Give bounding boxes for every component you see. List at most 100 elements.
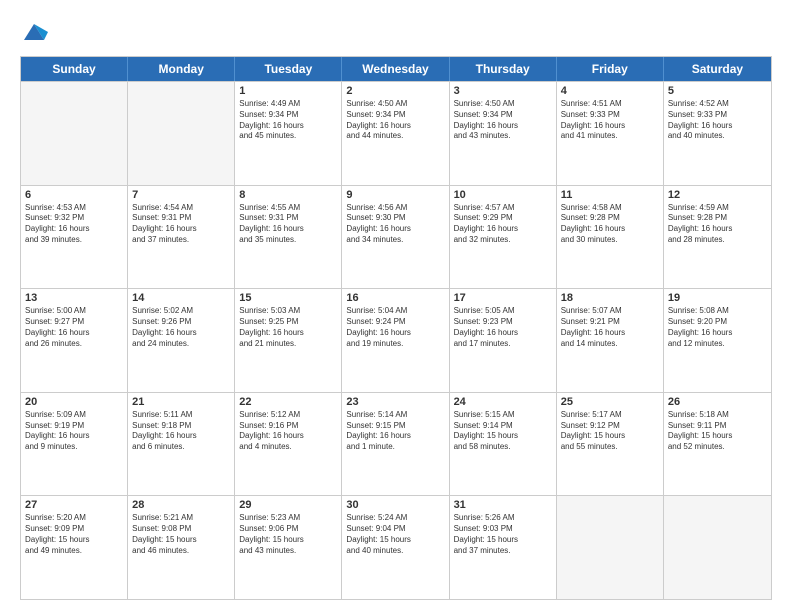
- sunset-line: Sunset: 9:29 PM: [454, 213, 552, 224]
- sunset-line: Sunset: 9:08 PM: [132, 524, 230, 535]
- sunrise-line: Sunrise: 4:54 AM: [132, 203, 230, 214]
- sunrise-line: Sunrise: 5:20 AM: [25, 513, 123, 524]
- sunrise-line: Sunrise: 4:51 AM: [561, 99, 659, 110]
- sunrise-line: Sunrise: 5:03 AM: [239, 306, 337, 317]
- day-number: 12: [668, 189, 767, 201]
- sunrise-line: Sunrise: 5:26 AM: [454, 513, 552, 524]
- sunset-line: Sunset: 9:19 PM: [25, 421, 123, 432]
- sunrise-line: Sunrise: 5:14 AM: [346, 410, 444, 421]
- sunrise-line: Sunrise: 4:57 AM: [454, 203, 552, 214]
- daylight-line: Daylight: 16 hours: [25, 328, 123, 339]
- day-cell-19: 19Sunrise: 5:08 AMSunset: 9:20 PMDayligh…: [664, 289, 771, 392]
- daylight-line: Daylight: 16 hours: [132, 224, 230, 235]
- day-cell-27: 27 Sunrise: 5:20 AMSunset: 9:09 PMDayligh…: [21, 496, 128, 599]
- day-number: 10: [454, 189, 552, 201]
- minutes-line: and 58 minutes.: [454, 442, 552, 453]
- day-cell-3: 3Sunrise: 4:50 AMSunset: 9:34 PMDaylight…: [450, 82, 557, 185]
- sunrise-line: Sunrise: 4:56 AM: [346, 203, 444, 214]
- sunrise-line: Sunrise: 5:09 AM: [25, 410, 123, 421]
- minutes-line: and 26 minutes.: [25, 339, 123, 350]
- minutes-line: and 40 minutes.: [668, 131, 767, 142]
- daylight-line: Daylight: 16 hours: [561, 121, 659, 132]
- sunset-line: Sunset: 9:16 PM: [239, 421, 337, 432]
- calendar-row-2: 6Sunrise: 4:53 AMSunset: 9:32 PMDaylight…: [21, 185, 771, 289]
- calendar-row-5: 27Sunrise: 5:20 AMSunset: 9:09 PMDayligh…: [21, 495, 771, 599]
- sunset-line: Sunset: 9:34 PM: [239, 110, 337, 121]
- calendar-row-1: 1Sunrise: 4:49 AMSunset: 9:34 PMDaylight…: [21, 81, 771, 185]
- day-number: 30: [346, 499, 444, 511]
- daylight-line: Daylight: 16 hours: [668, 121, 767, 132]
- sunrise-line: Sunrise: 4:55 AM: [239, 203, 337, 214]
- empty-cell: [664, 496, 771, 599]
- sunrise-line: Sunrise: 4:49 AM: [239, 99, 337, 110]
- day-number: 6: [25, 189, 123, 201]
- day-number: 20: [25, 396, 123, 408]
- minutes-line: and 24 minutes.: [132, 339, 230, 350]
- empty-cell: [21, 82, 128, 185]
- empty-cell: [557, 496, 664, 599]
- daylight-line: Daylight: 15 hours: [454, 535, 552, 546]
- header-cell-thursday: Thursday: [450, 57, 557, 81]
- calendar-row-3: 13Sunrise: 5:00 AMSunset: 9:27 PMDayligh…: [21, 288, 771, 392]
- sunset-line: Sunset: 9:33 PM: [668, 110, 767, 121]
- daylight-line: Daylight: 16 hours: [668, 328, 767, 339]
- day-cell-16: 16Sunrise: 5:04 AMSunset: 9:24 PMDayligh…: [342, 289, 449, 392]
- day-cell-30: 30Sunrise: 5:24 AMSunset: 9:04 PMDayligh…: [342, 496, 449, 599]
- minutes-line: and 19 minutes.: [346, 339, 444, 350]
- minutes-line: and 43 minutes.: [239, 546, 337, 557]
- daylight-line: Daylight: 15 hours: [239, 535, 337, 546]
- sunset-line: Sunset: 9:34 PM: [454, 110, 552, 121]
- sunrise-line: Sunrise: 5:04 AM: [346, 306, 444, 317]
- day-number: 25: [561, 396, 659, 408]
- sunset-line: Sunset: 9:32 PM: [25, 213, 123, 224]
- empty-cell: [128, 82, 235, 185]
- day-number: 17: [454, 292, 552, 304]
- header: [20, 18, 772, 46]
- minutes-line: and 44 minutes.: [346, 131, 444, 142]
- day-number: 7: [132, 189, 230, 201]
- header-cell-wednesday: Wednesday: [342, 57, 449, 81]
- header-cell-saturday: Saturday: [664, 57, 771, 81]
- minutes-line: and 43 minutes.: [454, 131, 552, 142]
- minutes-line: and 4 minutes.: [239, 442, 337, 453]
- day-cell-29: 29Sunrise: 5:23 AMSunset: 9:06 PMDayligh…: [235, 496, 342, 599]
- minutes-line: and 32 minutes.: [454, 235, 552, 246]
- sunset-line: Sunset: 9:34 PM: [346, 110, 444, 121]
- daylight-line: Daylight: 15 hours: [668, 431, 767, 442]
- day-number: 19: [668, 292, 767, 304]
- calendar-row-4: 20 Sunrise: 5:09 AMSunset: 9:19 PM Dayligh…: [21, 392, 771, 496]
- day-cell-26: 26Sunrise: 5:18 AMSunset: 9:11 PMDayligh…: [664, 393, 771, 496]
- sunset-line: Sunset: 9:26 PM: [132, 317, 230, 328]
- sunrise-line: Sunrise: 5:00 AM: [25, 306, 123, 317]
- page: SundayMondayTuesdayWednesdayThursdayFrid…: [0, 0, 792, 612]
- sunset-line: Sunset: 9:03 PM: [454, 524, 552, 535]
- daylight-line: Daylight: 15 hours: [454, 431, 552, 442]
- day-number: 14: [132, 292, 230, 304]
- day-cell-14: 14Sunrise: 5:02 AMSunset: 9:26 PMDayligh…: [128, 289, 235, 392]
- day-number: 27: [25, 499, 123, 511]
- minutes-line: and 39 minutes.: [25, 235, 123, 246]
- sunrise-line: Sunrise: 5:15 AM: [454, 410, 552, 421]
- minutes-line: and 30 minutes.: [561, 235, 659, 246]
- minutes-line: and 34 minutes.: [346, 235, 444, 246]
- sunrise-line: Sunrise: 5:24 AM: [346, 513, 444, 524]
- daylight-line: Daylight: 16 hours: [346, 328, 444, 339]
- day-cell-17: 17Sunrise: 5:05 AMSunset: 9:23 PMDayligh…: [450, 289, 557, 392]
- day-cell-24: 24Sunrise: 5:15 AMSunset: 9:14 PMDayligh…: [450, 393, 557, 496]
- day-cell-23: 23Sunrise: 5:14 AMSunset: 9:15 PMDayligh…: [342, 393, 449, 496]
- minutes-line: and 35 minutes.: [239, 235, 337, 246]
- day-cell-20: 20Sunrise: 5:09 AMSunset: 9:19 PMDayligh…: [21, 393, 128, 496]
- minutes-line: and 1 minute.: [346, 442, 444, 453]
- sunrise-line: Sunrise: 5:18 AM: [668, 410, 767, 421]
- day-cell-21: 21Sunrise: 5:11 AMSunset: 9:18 PMDayligh…: [128, 393, 235, 496]
- day-cell-22: 22Sunrise: 5:12 AMSunset: 9:16 PMDayligh…: [235, 393, 342, 496]
- calendar-body: 1Sunrise: 4:49 AMSunset: 9:34 PMDaylight…: [21, 81, 771, 599]
- daylight-line: Daylight: 16 hours: [561, 328, 659, 339]
- daylight-line: Daylight: 15 hours: [25, 535, 123, 546]
- header-cell-monday: Monday: [128, 57, 235, 81]
- day-number: 16: [346, 292, 444, 304]
- sunset-line: Sunset: 9:09 PM: [25, 524, 123, 535]
- daylight-line: Daylight: 16 hours: [239, 121, 337, 132]
- day-cell-7: 7Sunrise: 4:54 AMSunset: 9:31 PMDaylight…: [128, 186, 235, 289]
- daylight-line: Daylight: 16 hours: [25, 224, 123, 235]
